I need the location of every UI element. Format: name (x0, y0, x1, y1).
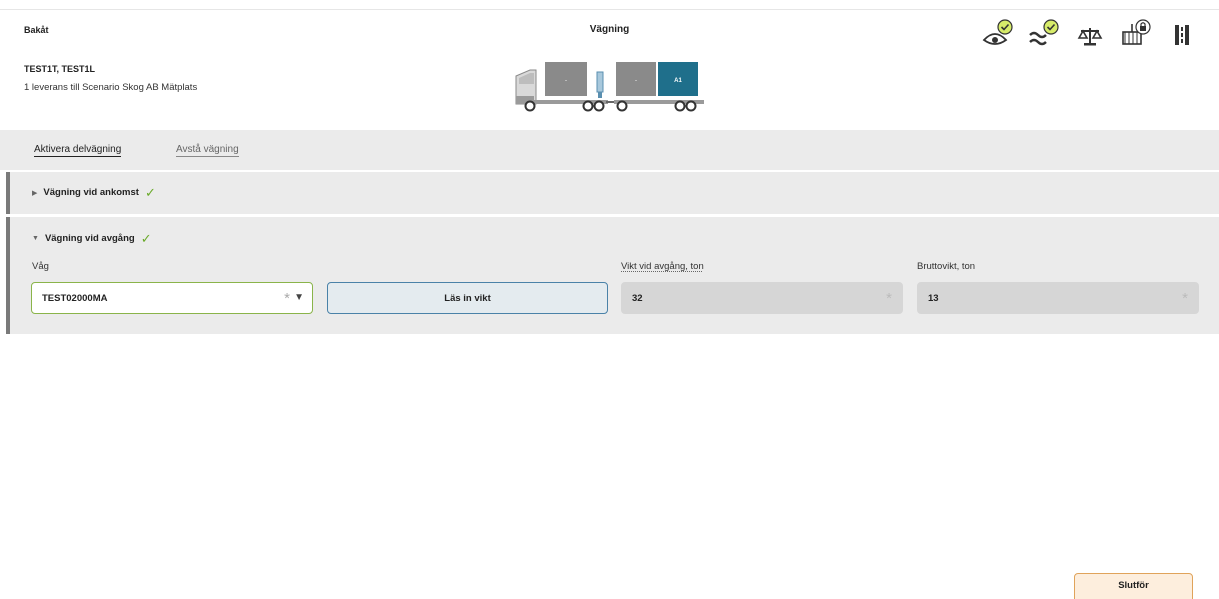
skip-weighing-link[interactable]: Avstå vägning (176, 144, 239, 157)
read-weight-button[interactable]: Läs in vikt (327, 282, 608, 314)
departure-weight-value: 32 (632, 292, 643, 304)
finish-button[interactable]: Slutför (1074, 573, 1193, 599)
vehicle-id: TEST1T, TEST1L (24, 64, 96, 74)
departure-weight-label: Vikt vid avgång, ton (621, 261, 704, 272)
status-icon-bar (981, 18, 1199, 48)
section-arrival-weighing: ▶ Vägning vid ankomst ✓ (6, 172, 1219, 214)
required-asterisk-icon: * (1182, 290, 1188, 307)
road-icon[interactable] (1165, 18, 1199, 48)
scale-select-value: TEST02000MA (42, 292, 108, 304)
truck-load-3-label: A1 (674, 78, 682, 84)
arrival-section-header[interactable]: ▶ Vägning vid ankomst ✓ (32, 186, 156, 199)
delivery-summary: 1 leverans till Scenario Skog AB Mätplat… (24, 82, 198, 93)
collapse-arrow-icon: ▼ (32, 235, 39, 242)
crane-icon[interactable] (1119, 18, 1153, 48)
top-strip (0, 0, 1219, 10)
gross-weight-value: 13 (928, 292, 939, 304)
arrival-section-title: Vägning vid ankomst (43, 187, 139, 198)
expand-arrow-icon: ▶ (32, 189, 38, 197)
waves-icon[interactable] (1027, 18, 1061, 48)
scale-label: Våg (32, 261, 49, 272)
action-bar: Aktivera delvägning Avstå vägning (0, 130, 1219, 170)
eye-icon[interactable] (981, 18, 1015, 48)
section-departure-weighing: ▼ Vägning vid avgång ✓ (6, 217, 1219, 334)
gross-weight-label: Bruttovikt, ton (917, 261, 976, 272)
truck-load-2-label: - (635, 78, 637, 84)
checkmark-icon: ✓ (144, 185, 156, 200)
checkmark-icon: ✓ (140, 231, 152, 246)
departure-section-header[interactable]: ▼ Vägning vid avgång ✓ (32, 232, 152, 245)
required-asterisk-icon: * (886, 290, 892, 307)
departure-section-title: Vägning vid avgång (44, 233, 135, 244)
scale-icon[interactable] (1073, 18, 1107, 48)
required-asterisk-icon: * (284, 290, 290, 307)
scale-select[interactable]: TEST02000MA * ▼ (31, 282, 313, 314)
departure-weight-field: 32 * (621, 282, 903, 314)
gross-weight-field: 13 * (917, 282, 1199, 314)
truck-load-1-label: - (565, 78, 567, 84)
header: Bakåt Vägning TEST1T, TEST1L 1 leverans … (0, 10, 1219, 130)
back-link[interactable]: Bakåt (24, 25, 49, 35)
chevron-down-icon: ▼ (294, 292, 304, 303)
truck-illustration: - - A1 (515, 62, 704, 112)
activate-partial-weighing-link[interactable]: Aktivera delvägning (34, 144, 122, 157)
